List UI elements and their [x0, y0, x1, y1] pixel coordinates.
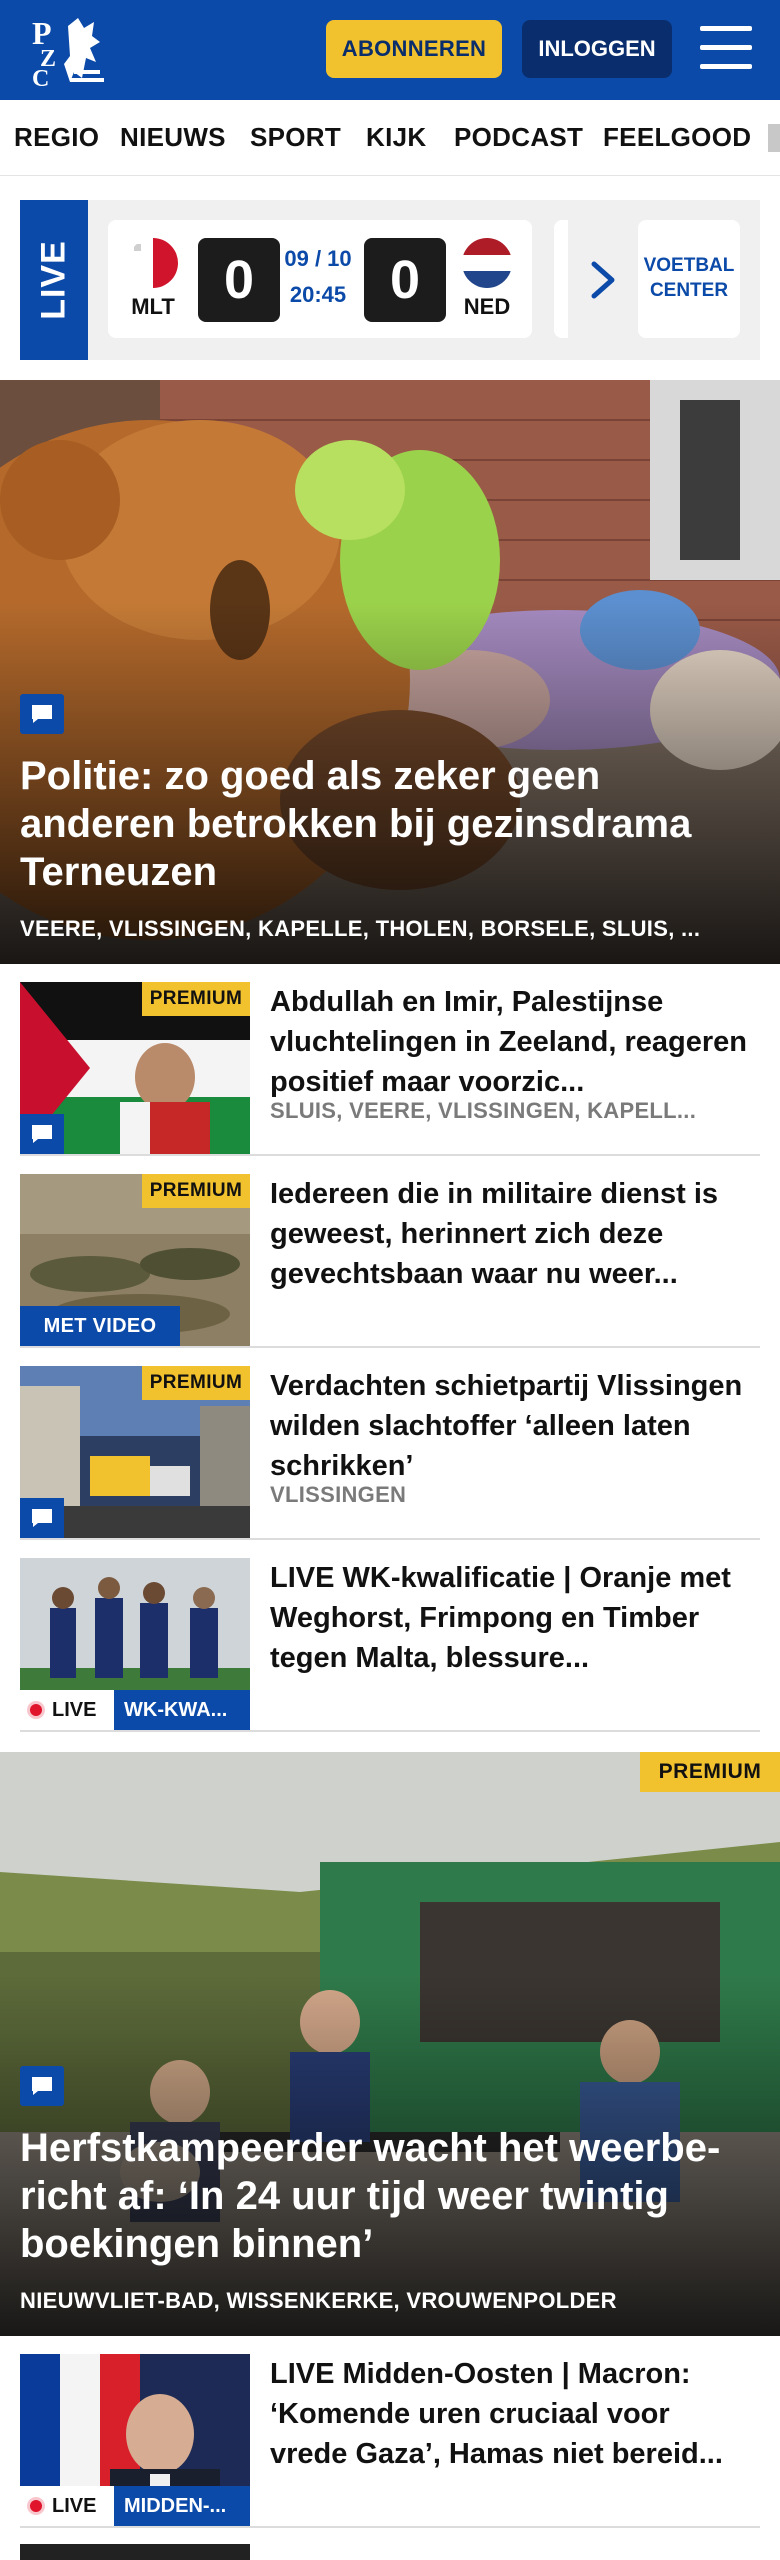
nav-item-kijk[interactable]: KIJK: [366, 122, 426, 153]
voetbal-center-link[interactable]: VOETBAL CENTER: [638, 220, 740, 338]
article-thumbnail: PREMIUM MET VIDEO: [20, 1174, 250, 1346]
next-article-thumbnail-edge: [20, 2544, 250, 2560]
live-tag-label: LIVE: [34, 240, 73, 320]
article-title[interactable]: Iedereen die in militaire dienst is gewe…: [270, 1174, 748, 1294]
category-badge: WK-KWA...: [114, 1690, 250, 1730]
list-item[interactable]: PREMIUM Verdachten schietpartij Vlissing…: [20, 1348, 760, 1540]
live-dot-icon: [30, 2500, 42, 2512]
svg-text:C: C: [32, 66, 49, 88]
feature-title[interactable]: Herfstkampeerder wacht het weerbe­richt …: [20, 2124, 760, 2268]
netherlands-flag-icon: [462, 238, 512, 288]
pzc-logo[interactable]: P Z C: [30, 14, 110, 92]
site-header: P Z C ABONNEREN INLOGGEN: [0, 0, 780, 100]
comment-icon: [20, 1114, 64, 1154]
article-thumbnail: LIVE WK-KWA...: [20, 1558, 250, 1730]
article-thumbnail: PREMIUM: [20, 1366, 250, 1538]
premium-badge: PREMIUM: [142, 1174, 250, 1208]
article-thumbnail: LIVE MIDDEN-...: [20, 2354, 250, 2526]
premium-badge: PREMIUM: [142, 982, 250, 1016]
comment-icon: [20, 694, 64, 734]
list-item[interactable]: PREMIUM Abdullah en Imir, Palestijnse vl…: [20, 964, 760, 1156]
premium-badge: PREMIUM: [142, 1366, 250, 1400]
premium-badge: PREMIUM: [640, 1752, 780, 1792]
match-card[interactable]: MLT 0 09 / 10 20:45 0 NED: [108, 220, 532, 338]
live-badge-label: LIVE: [52, 2494, 97, 2517]
match-time: 20:45: [289, 282, 347, 307]
article-locations: VLISSINGEN: [270, 1482, 407, 1507]
category-badge: MIDDEN-...: [114, 2486, 250, 2526]
hero-title[interactable]: Politie: zo goed als zeker geen anderen …: [20, 752, 760, 896]
login-button[interactable]: INLOGGEN: [522, 20, 672, 78]
live-scores-bar: LIVE MLT 0 09 / 10 20:45 0 NED VOETBAL C…: [20, 200, 760, 360]
article-locations: SLUIS, VEERE, VLISSINGEN, KAPELL...: [270, 1098, 697, 1123]
nav-item-sport[interactable]: SPORT: [250, 122, 341, 153]
comment-icon: [20, 2066, 64, 2106]
nav-item-podcast[interactable]: PODCAST: [454, 122, 583, 153]
chevron-right-icon[interactable]: [586, 260, 620, 300]
article-title[interactable]: Verdachten schietpartij Vlissingen wilde…: [270, 1366, 748, 1486]
article-title[interactable]: LIVE WK-kwalificatie | Oranje met Weghor…: [270, 1558, 748, 1678]
nav-item-nieuws[interactable]: NIEUWS: [120, 122, 226, 153]
nav-item-regio[interactable]: REGIO: [14, 122, 99, 153]
feature-locations: NIEUWVLIET-BAD, WISSENKERKE, VROUWENPOLD…: [20, 2288, 617, 2313]
menu-icon[interactable]: [700, 24, 752, 72]
video-badge: MET VIDEO: [20, 1306, 180, 1346]
subscribe-button[interactable]: ABONNEREN: [326, 20, 502, 78]
home-team-code: MLT: [131, 294, 175, 319]
article-title[interactable]: Abdullah en Imir, Palestijnse vluchtelin…: [270, 982, 748, 1102]
match-date: 09 / 10: [284, 246, 352, 271]
live-badge-label: LIVE: [52, 1698, 97, 1721]
hero-article[interactable]: Politie: zo goed als zeker geen anderen …: [0, 380, 780, 964]
comment-icon: [20, 1498, 64, 1538]
live-tag: LIVE: [20, 200, 88, 360]
list-item[interactable]: LIVE WK-KWA... LIVE WK-kwalificatie | Or…: [20, 1540, 760, 1732]
live-badge: LIVE: [20, 1690, 114, 1730]
away-score: 0: [364, 238, 446, 322]
away-team-code: NED: [463, 294, 511, 319]
list-item[interactable]: PREMIUM MET VIDEO Iedereen die in milita…: [20, 1156, 760, 1348]
malta-flag-icon: [128, 238, 178, 288]
nav-item-feelgood[interactable]: FEELGOOD: [603, 122, 751, 153]
main-nav: REGIO NIEUWS SPORT KIJK PODCAST FEELGOOD: [0, 100, 780, 176]
list-item[interactable]: LIVE MIDDEN-... LIVE Midden-Oosten | Mac…: [20, 2336, 760, 2528]
live-badge: LIVE: [20, 2486, 114, 2526]
article-thumbnail: PREMIUM: [20, 982, 250, 1154]
article-title[interactable]: LIVE Midden-Oosten | Macron: ‘Komende ur…: [270, 2354, 748, 2474]
live-dot-icon: [30, 1704, 42, 1716]
feature-article[interactable]: PREMIUM Herfstkampeerder wacht het weerb…: [0, 1752, 780, 2336]
hero-locations: VEERE, VLISSINGEN, KAPELLE, THOLEN, BORS…: [20, 916, 701, 941]
nav-overflow-indicator: [768, 124, 780, 152]
next-match-card-edge[interactable]: [554, 220, 568, 338]
